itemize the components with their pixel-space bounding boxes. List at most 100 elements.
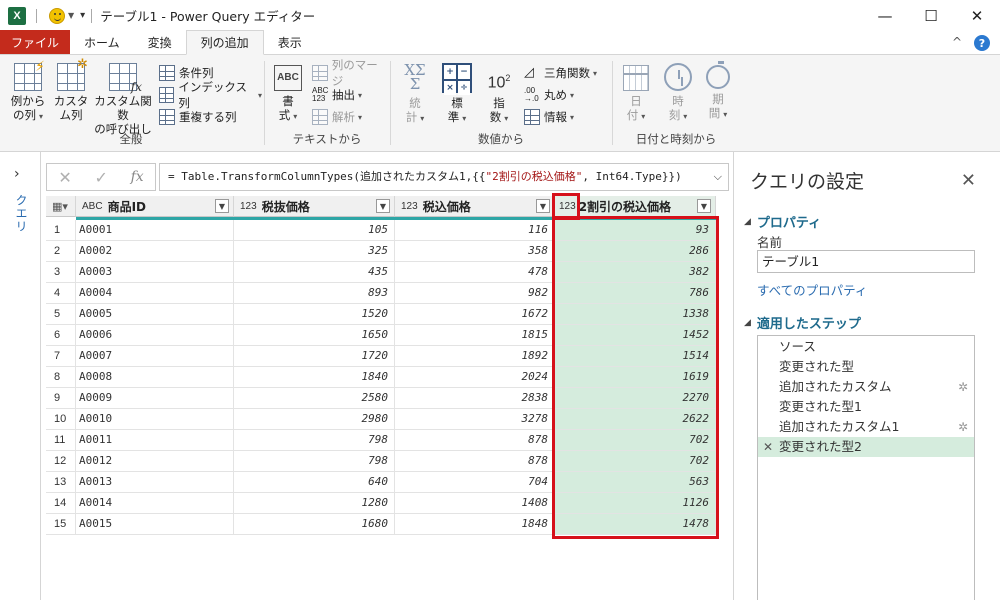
- cell-product-id[interactable]: A0004: [76, 283, 234, 304]
- cell-pre-tax-price[interactable]: 1280: [234, 493, 395, 514]
- cell-tax-incl-price[interactable]: 2838: [395, 388, 555, 409]
- close-button[interactable]: ✕: [954, 0, 1000, 31]
- customize-toolbar-icon[interactable]: ▾: [80, 10, 85, 21]
- fx-icon[interactable]: fx: [131, 169, 144, 185]
- confirm-check-icon[interactable]: ✓: [94, 168, 107, 187]
- properties-section-header[interactable]: ◢ プロパティ: [744, 212, 821, 231]
- table-row[interactable]: 5 A0005 1520 1672 1338: [46, 304, 716, 325]
- close-settings-icon[interactable]: ✕: [961, 170, 976, 191]
- applied-step[interactable]: 追加されたカスタム ✲: [758, 377, 974, 397]
- type-whole-number-icon[interactable]: 123: [240, 201, 257, 212]
- filter-dropdown-icon[interactable]: ▼: [215, 199, 229, 213]
- table-row[interactable]: 4 A0004 893 982 786: [46, 283, 716, 304]
- formula-input[interactable]: = Table.TransformColumnTypes(追加されたカスタム1,…: [159, 163, 729, 191]
- row-number[interactable]: 4: [46, 283, 76, 304]
- filter-dropdown-icon[interactable]: ▼: [536, 199, 550, 213]
- column-header-pre-tax-price[interactable]: 123 税抜価格 ▼: [234, 196, 395, 217]
- cell-discounted-price[interactable]: 1126: [555, 493, 716, 514]
- row-number[interactable]: 9: [46, 388, 76, 409]
- row-number[interactable]: 10: [46, 409, 76, 430]
- column-from-examples-button[interactable]: ⚡ 例から の列 ▾: [8, 60, 48, 124]
- scientific-button[interactable]: 102 指 数 ▾: [482, 61, 516, 126]
- column-header-discounted-price[interactable]: 123 2割引の税込価格 ▼: [555, 196, 716, 217]
- cell-tax-incl-price[interactable]: 1408: [395, 493, 555, 514]
- applied-step[interactable]: 変更された型1: [758, 397, 974, 417]
- duration-button[interactable]: 期 間 ▾: [700, 61, 736, 122]
- column-header-tax-incl-price[interactable]: 123 税込価格 ▼: [395, 196, 555, 217]
- information-button[interactable]: 情報 ▾: [524, 107, 574, 127]
- tab-home[interactable]: ホーム: [70, 30, 134, 54]
- row-number[interactable]: 1: [46, 220, 76, 241]
- cell-tax-incl-price[interactable]: 1892: [395, 346, 555, 367]
- cell-tax-incl-price[interactable]: 1672: [395, 304, 555, 325]
- applied-step[interactable]: ソース: [758, 337, 974, 357]
- parse-button[interactable]: 解析 ▾: [312, 107, 362, 127]
- filter-dropdown-icon[interactable]: ▼: [697, 199, 711, 213]
- cell-discounted-price[interactable]: 1619: [555, 367, 716, 388]
- applied-step[interactable]: ✕ 変更された型2: [758, 437, 974, 457]
- filter-dropdown-icon[interactable]: ▼: [376, 199, 390, 213]
- row-number[interactable]: 5: [46, 304, 76, 325]
- queries-pane-label[interactable]: クエリ: [13, 194, 30, 233]
- row-number[interactable]: 15: [46, 514, 76, 535]
- table-row[interactable]: 11 A0011 798 878 702: [46, 430, 716, 451]
- feedback-smiley-icon[interactable]: [49, 7, 65, 24]
- cell-tax-incl-price[interactable]: 358: [395, 241, 555, 262]
- merge-columns-button[interactable]: 列のマージ: [312, 58, 388, 88]
- cell-tax-incl-price[interactable]: 1815: [395, 325, 555, 346]
- cell-product-id[interactable]: A0014: [76, 493, 234, 514]
- delete-step-icon[interactable]: ✕: [763, 437, 773, 457]
- rounding-button[interactable]: .00 →.0 丸め ▾: [524, 85, 574, 105]
- smiley-dropdown-icon[interactable]: ▼: [68, 11, 74, 20]
- row-number[interactable]: 2: [46, 241, 76, 262]
- tab-file[interactable]: ファイル: [0, 30, 71, 54]
- type-whole-number-icon[interactable]: 123: [559, 201, 576, 212]
- cell-product-id[interactable]: A0006: [76, 325, 234, 346]
- cell-discounted-price[interactable]: 702: [555, 451, 716, 472]
- applied-steps-header[interactable]: ◢ 適用したステップ: [744, 313, 861, 332]
- row-number[interactable]: 3: [46, 262, 76, 283]
- cell-discounted-price[interactable]: 286: [555, 241, 716, 262]
- cell-product-id[interactable]: A0013: [76, 472, 234, 493]
- cell-pre-tax-price[interactable]: 1680: [234, 514, 395, 535]
- duplicate-column-button[interactable]: 重複する列: [159, 107, 237, 127]
- table-menu-header[interactable]: ▦▾: [46, 196, 76, 217]
- help-icon[interactable]: ?: [974, 35, 990, 51]
- row-number[interactable]: 7: [46, 346, 76, 367]
- all-properties-link[interactable]: すべてのプロパティ: [757, 280, 867, 299]
- time-button[interactable]: 時 刻 ▾: [660, 61, 696, 124]
- cell-tax-incl-price[interactable]: 116: [395, 220, 555, 241]
- query-name-input[interactable]: テーブル1: [757, 250, 975, 273]
- cell-discounted-price[interactable]: 1514: [555, 346, 716, 367]
- index-column-button[interactable]: インデックス列 ▾: [159, 80, 262, 110]
- row-number[interactable]: 11: [46, 430, 76, 451]
- cell-discounted-price[interactable]: 1338: [555, 304, 716, 325]
- row-number[interactable]: 12: [46, 451, 76, 472]
- table-row[interactable]: 2 A0002 325 358 286: [46, 241, 716, 262]
- cell-product-id[interactable]: A0009: [76, 388, 234, 409]
- cell-discounted-price[interactable]: 786: [555, 283, 716, 304]
- extract-button[interactable]: ABC 123 抽出 ▾: [312, 85, 362, 105]
- table-row[interactable]: 1 A0001 105 116 93: [46, 220, 716, 241]
- table-row[interactable]: 7 A0007 1720 1892 1514: [46, 346, 716, 367]
- cell-discounted-price[interactable]: 1452: [555, 325, 716, 346]
- cell-pre-tax-price[interactable]: 105: [234, 220, 395, 241]
- table-row[interactable]: 10 A0010 2980 3278 2622: [46, 409, 716, 430]
- cell-tax-incl-price[interactable]: 3278: [395, 409, 555, 430]
- cell-tax-incl-price[interactable]: 704: [395, 472, 555, 493]
- cell-pre-tax-price[interactable]: 2980: [234, 409, 395, 430]
- cancel-x-icon[interactable]: ✕: [58, 168, 71, 187]
- table-row[interactable]: 13 A0013 640 704 563: [46, 472, 716, 493]
- cell-discounted-price[interactable]: 93: [555, 220, 716, 241]
- minimize-button[interactable]: —: [862, 0, 908, 31]
- custom-column-button[interactable]: ✲ カスタ ム列: [52, 58, 90, 123]
- expand-chevron-icon[interactable]: ›: [14, 166, 20, 182]
- cell-discounted-price[interactable]: 2622: [555, 409, 716, 430]
- applied-step[interactable]: 追加されたカスタム1 ✲: [758, 417, 974, 437]
- table-row[interactable]: 6 A0006 1650 1815 1452: [46, 325, 716, 346]
- table-row[interactable]: 15 A0015 1680 1848 1478: [46, 514, 716, 535]
- cell-product-id[interactable]: A0002: [76, 241, 234, 262]
- cell-discounted-price[interactable]: 563: [555, 472, 716, 493]
- cell-tax-incl-price[interactable]: 478: [395, 262, 555, 283]
- cell-product-id[interactable]: A0005: [76, 304, 234, 325]
